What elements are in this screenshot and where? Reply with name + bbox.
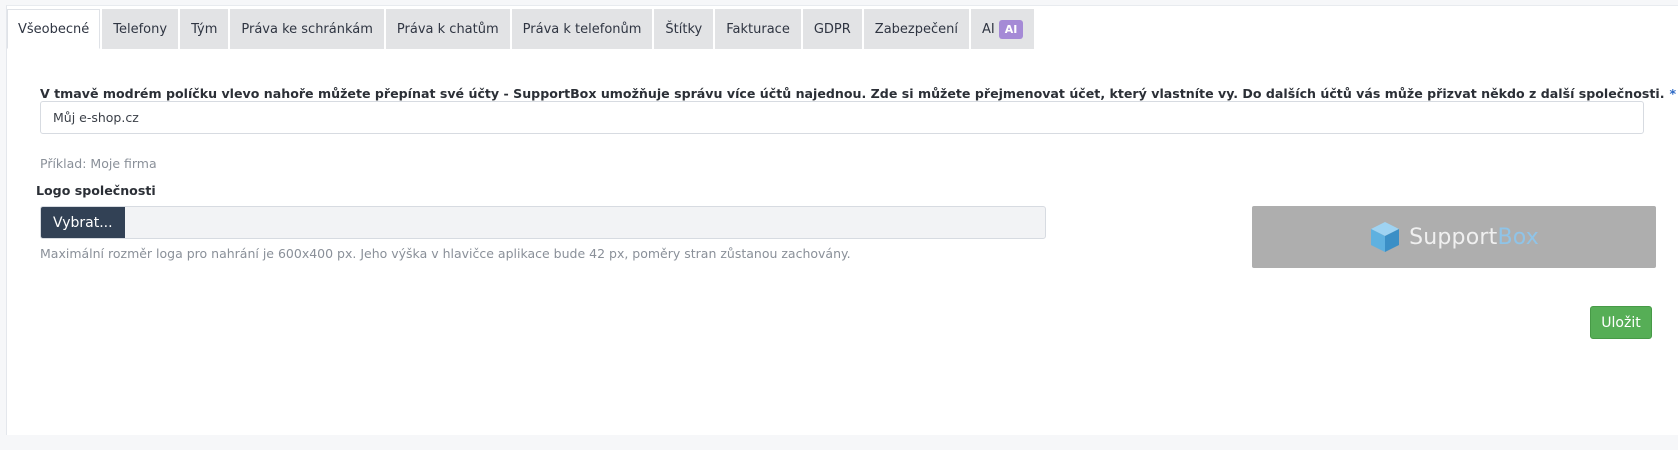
tab-label: Všeobecné	[18, 21, 90, 37]
company-logo-label: Logo společnosti	[36, 183, 156, 198]
tab-ai[interactable]: AI AI	[971, 9, 1035, 49]
tab-bar: Všeobecné Telefony Tým Práva ke schránká…	[7, 9, 1035, 49]
tab-label: Práva k chatům	[396, 22, 499, 37]
choose-file-button[interactable]: Vybrat...	[41, 207, 125, 238]
account-name-label-text: V tmavě modrém políčku vlevo nahoře může…	[40, 86, 1665, 101]
tab-tags[interactable]: Štítky	[654, 9, 714, 49]
tab-phones[interactable]: Telefony	[102, 9, 179, 49]
logo-preview: SupportBox	[1252, 206, 1656, 268]
account-name-input[interactable]	[40, 101, 1644, 134]
tab-label: Zabezpečení	[874, 22, 958, 37]
tab-phone-rights[interactable]: Práva k telefonům	[511, 9, 653, 49]
tab-general[interactable]: Všeobecné	[7, 9, 101, 49]
brand-part-box: Box	[1497, 224, 1539, 250]
tab-label: Telefony	[113, 22, 168, 37]
account-name-label: V tmavě modrém políčku vlevo nahoře může…	[40, 86, 1676, 101]
tab-label: Práva k telefonům	[522, 22, 642, 37]
settings-panel: Všeobecné Telefony Tým Práva ke schránká…	[6, 5, 1678, 435]
brand-part-support: Support	[1409, 224, 1498, 250]
required-mark: *	[1669, 86, 1677, 101]
account-name-example: Příklad: Moje firma	[40, 156, 157, 171]
tab-label: Fakturace	[726, 22, 790, 37]
tab-security[interactable]: Zabezpečení	[863, 9, 969, 49]
cube-logo-icon	[1371, 222, 1400, 252]
tab-mailbox-rights[interactable]: Práva ke schránkám	[230, 9, 384, 49]
tab-label: Štítky	[665, 22, 703, 37]
tab-label: Tým	[191, 22, 218, 37]
tab-label: AI	[982, 22, 995, 37]
logo-brand-text: SupportBox	[1409, 225, 1539, 250]
logo-file-input[interactable]: Vybrat...	[40, 206, 1046, 239]
save-button[interactable]: Uložit	[1590, 306, 1652, 339]
tab-chat-rights[interactable]: Práva k chatům	[385, 9, 510, 49]
tab-label: Práva ke schránkám	[241, 22, 373, 37]
tab-label: GDPR	[813, 22, 851, 37]
ai-badge: AI	[998, 20, 1024, 39]
logo-upload-hint: Maximální rozměr loga pro nahrání je 600…	[40, 246, 851, 261]
tab-team[interactable]: Tým	[180, 9, 229, 49]
tab-billing[interactable]: Fakturace	[715, 9, 801, 49]
tab-gdpr[interactable]: GDPR	[802, 9, 862, 49]
